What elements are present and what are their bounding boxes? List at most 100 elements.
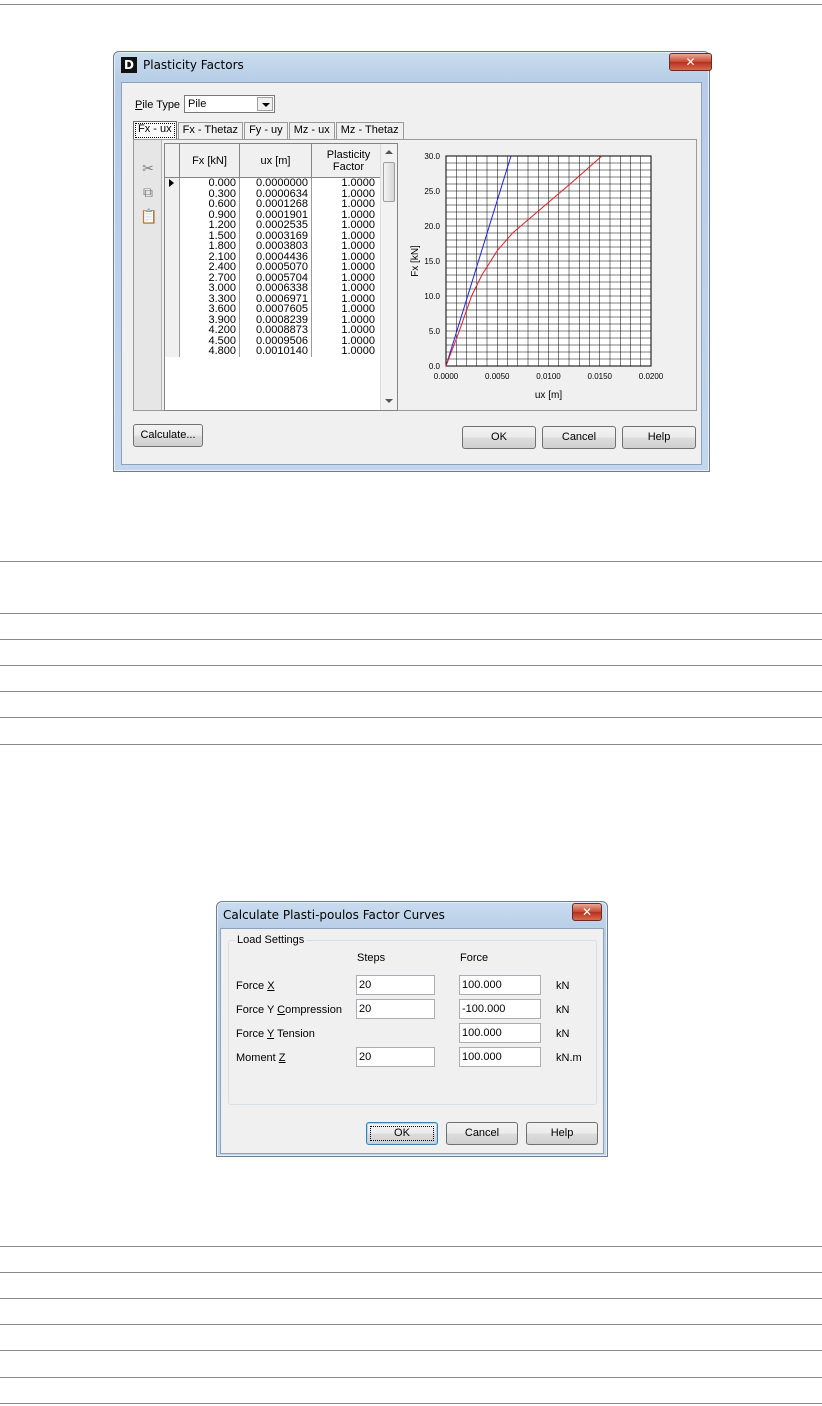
ok-button[interactable]: OK [462,426,536,449]
table-cell[interactable]: 0.0005070 [240,262,312,273]
tab-mz-thetaz[interactable]: Mz - Thetaz [335,122,404,139]
table-cell[interactable]: 0.0002535 [240,220,312,231]
table-cell[interactable]: 0.0003803 [240,241,312,252]
table-cell[interactable]: 1.200 [180,220,240,231]
column-header[interactable]: Fx [kN] [180,144,240,177]
row-indicator[interactable] [165,220,180,231]
row-indicator[interactable] [165,283,180,294]
cancel-button[interactable]: Cancel [446,1122,518,1145]
table-row[interactable]: 3.600 0.0007605 1.0000 [165,304,386,315]
row-indicator[interactable] [165,178,180,189]
table-cell[interactable]: 0.0001901 [240,209,312,220]
ok-button[interactable]: OK [366,1122,438,1145]
row-indicator[interactable] [165,188,180,199]
table-cell[interactable]: 1.0000 [312,335,386,346]
scroll-up-icon[interactable] [385,150,393,154]
table-cell[interactable]: 1.0000 [312,283,386,294]
column-header[interactable]: Plasticity Factor [312,144,386,177]
table-cell[interactable]: 1.0000 [312,209,386,220]
table-cell[interactable]: 0.0004436 [240,251,312,262]
table-row[interactable]: 4.500 0.0009506 1.0000 [165,335,386,346]
row-indicator[interactable] [165,314,180,325]
table-cell[interactable]: 2.100 [180,251,240,262]
row-indicator[interactable] [165,325,180,336]
help-button[interactable]: Help [526,1122,598,1145]
table-cell[interactable]: 1.0000 [312,314,386,325]
force-y-tension-force-input[interactable]: 100.000 [459,1023,541,1043]
table-cell[interactable]: 1.0000 [312,293,386,304]
table-cell[interactable]: 2.700 [180,272,240,283]
table-cell[interactable]: 3.600 [180,304,240,315]
table-row[interactable]: 3.900 0.0008239 1.0000 [165,314,386,325]
row-indicator[interactable] [165,262,180,273]
table-row[interactable]: 0.000 0.0000000 1.0000 [165,178,386,189]
row-indicator[interactable] [165,335,180,346]
calculate-button[interactable]: Calculate... [133,424,203,447]
row-indicator[interactable] [165,293,180,304]
copy-icon[interactable]: ⧉ [140,184,156,200]
row-indicator[interactable] [165,346,180,357]
table-row[interactable]: 0.600 0.0001268 1.0000 [165,199,386,210]
column-header[interactable]: ux [m] [240,144,312,177]
row-indicator[interactable] [165,209,180,220]
title-bar[interactable]: D Plasticity Factors ✕ [114,52,712,78]
force-y-compression-force-input[interactable]: -100.000 [459,999,541,1019]
paste-icon[interactable]: 📋 [140,208,157,224]
table-cell[interactable]: 0.0006338 [240,283,312,294]
close-button[interactable]: ✕ [572,903,602,921]
table-row[interactable]: 2.100 0.0004436 1.0000 [165,251,386,262]
table-row[interactable]: 2.700 0.0005704 1.0000 [165,272,386,283]
scroll-thumb[interactable] [383,162,395,202]
row-indicator[interactable] [165,199,180,210]
table-row[interactable]: 1.800 0.0003803 1.0000 [165,241,386,252]
table-cell[interactable]: 1.0000 [312,178,386,189]
table-cell[interactable]: 0.0010140 [240,346,312,357]
table-cell[interactable]: 1.500 [180,230,240,241]
chevron-down-icon[interactable] [257,97,273,111]
table-cell[interactable]: 0.0009506 [240,335,312,346]
table-cell[interactable]: 1.0000 [312,272,386,283]
table-scrollbar[interactable] [380,144,397,410]
table-cell[interactable]: 1.0000 [312,304,386,315]
table-cell[interactable]: 1.0000 [312,241,386,252]
table-cell[interactable]: 0.0001268 [240,199,312,210]
table-cell[interactable]: 1.0000 [312,262,386,273]
table-cell[interactable]: 1.800 [180,241,240,252]
table-cell[interactable]: 0.0006971 [240,293,312,304]
table-cell[interactable]: 1.0000 [312,199,386,210]
table-row[interactable]: 0.900 0.0001901 1.0000 [165,209,386,220]
row-indicator[interactable] [165,251,180,262]
table-cell[interactable]: 4.800 [180,346,240,357]
row-indicator[interactable] [165,241,180,252]
pile-type-dropdown[interactable]: Pile [184,95,275,113]
table-cell[interactable]: 0.000 [180,178,240,189]
force-y-compression-steps-input[interactable]: 20 [356,999,435,1019]
help-button[interactable]: Help [622,426,696,449]
cancel-button[interactable]: Cancel [542,426,616,449]
table-cell[interactable]: 4.200 [180,325,240,336]
tab-mz-ux[interactable]: Mz - ux [288,122,335,139]
table-cell[interactable]: 1.0000 [312,325,386,336]
table-cell[interactable]: 1.0000 [312,346,386,357]
row-indicator[interactable] [165,230,180,241]
cut-icon[interactable]: ✂ [140,160,156,176]
tab-fx-ux[interactable]: Fx - ux [133,121,177,140]
table-row[interactable]: 0.300 0.0000634 1.0000 [165,188,386,199]
row-indicator[interactable] [165,272,180,283]
table-row[interactable]: 1.500 0.0003169 1.0000 [165,230,386,241]
table-row[interactable]: 1.200 0.0002535 1.0000 [165,220,386,231]
table-cell[interactable]: 0.0007605 [240,304,312,315]
tab-fx-thetaz[interactable]: Fx - Thetaz [177,122,244,139]
table-cell[interactable]: 0.900 [180,209,240,220]
scroll-down-icon[interactable] [385,399,393,403]
table-cell[interactable]: 0.0008873 [240,325,312,336]
table-row[interactable]: 3.000 0.0006338 1.0000 [165,283,386,294]
table-cell[interactable]: 0.600 [180,199,240,210]
table-cell[interactable]: 0.0000000 [240,178,312,189]
title-bar[interactable]: Calculate Plasti-poulos Factor Curves ✕ [217,902,607,928]
moment-z-force-input[interactable]: 100.000 [459,1047,541,1067]
table-cell[interactable]: 0.0003169 [240,230,312,241]
table-cell[interactable]: 0.0008239 [240,314,312,325]
table-cell[interactable]: 2.400 [180,262,240,273]
table-row[interactable]: 4.800 0.0010140 1.0000 [165,346,386,357]
